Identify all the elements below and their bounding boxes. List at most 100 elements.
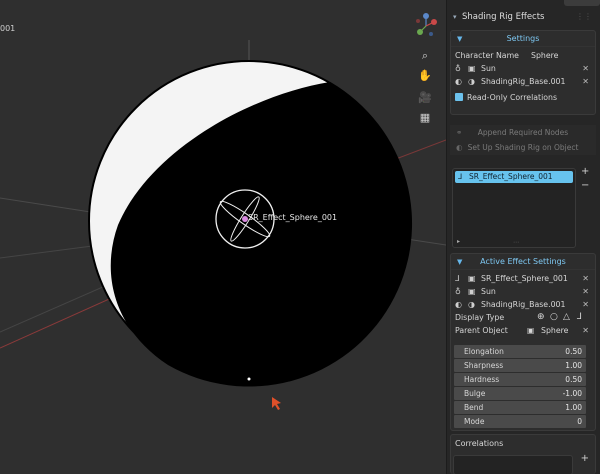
property-value: 0	[577, 417, 582, 426]
correlations-box: Correlations +	[450, 434, 596, 474]
setup-shading-rig-label: Set Up Shading Rig on Object	[467, 143, 579, 152]
effects-list[interactable]: ⅃ SR_Effect_Sphere_001 ▸ ⋯	[452, 168, 576, 248]
material-icon: ◐	[455, 77, 462, 86]
light-icon: ♁	[455, 64, 461, 73]
settings-box: ▼ Settings Character Name Sphere ♁ ▣ Sun…	[450, 30, 596, 115]
light-name: Sun	[481, 64, 496, 73]
property-value: 1.00	[565, 403, 582, 412]
material-icon: ◐	[455, 300, 462, 309]
active-material-row[interactable]: ◐ ◑ ShadingRig_Base.001 ✕	[451, 298, 595, 311]
active-light-row[interactable]: ♁ ▣ Sun ✕	[451, 285, 595, 298]
list-item[interactable]: ⅃ SR_Effect_Sphere_001	[455, 171, 573, 183]
navigation-gizmo-icon[interactable]	[412, 10, 440, 40]
property-bulge[interactable]: Bulge -1.00	[454, 387, 586, 400]
read-only-label: Read-Only Correlations	[467, 93, 558, 102]
remove-effect-button[interactable]: −	[581, 180, 589, 191]
property-value: 0.50	[565, 375, 582, 384]
display-arrows-icon[interactable]: ⅃	[577, 311, 582, 324]
property-hardness[interactable]: Hardness 0.50	[454, 373, 586, 386]
parent-object-label: Parent Object	[455, 326, 508, 335]
property-mode[interactable]: Mode 0	[454, 415, 586, 428]
active-effect-row[interactable]: ⅃ ▣ SR_Effect_Sphere_001 ✕	[451, 272, 595, 285]
grid-view-icon[interactable]: ▦	[415, 108, 435, 128]
character-name-row[interactable]: Character Name Sphere	[451, 49, 595, 62]
display-circle-icon[interactable]: ○	[550, 311, 558, 324]
settings-title: Settings	[506, 34, 540, 43]
property-value: 0.50	[565, 347, 582, 356]
close-icon[interactable]: ✕	[582, 75, 589, 88]
sphere-icon: ◐	[456, 143, 463, 152]
settings-material-row[interactable]: ◐ ◑ ShadingRig_Base.001 ✕	[451, 75, 595, 88]
expand-arrow-icon[interactable]: ▸	[457, 238, 460, 245]
zoom-icon[interactable]: ⌕	[415, 46, 435, 66]
property-sharpness[interactable]: Sharpness 1.00	[454, 359, 586, 372]
resize-grip-icon[interactable]: ⋯	[513, 239, 519, 246]
effect-object-label: SR_Effect_Sphere_001	[248, 213, 338, 222]
character-name-value[interactable]: Sphere	[531, 49, 558, 62]
display-plain-axes-icon[interactable]: ⊕	[537, 311, 545, 324]
settings-header[interactable]: ▼ Settings	[451, 31, 595, 47]
material-ball-icon: ◑	[468, 77, 475, 86]
close-icon[interactable]: ✕	[582, 285, 589, 298]
property-elongation[interactable]: Elongation 0.50	[454, 345, 586, 358]
property-name: Bend	[464, 403, 484, 412]
pan-hand-icon[interactable]: ✋	[415, 66, 435, 86]
property-name: Sharpness	[464, 361, 504, 370]
chevron-down-icon: ▼	[457, 258, 463, 266]
active-effect-title: Active Effect Settings	[480, 257, 566, 266]
viewport-object-name: 001	[0, 24, 16, 33]
shading-rig-effects-header[interactable]: ▾ Shading Rig Effects ⋮⋮	[450, 8, 596, 26]
add-correlation-button[interactable]: +	[581, 453, 589, 464]
setup-shading-rig-button[interactable]: ◐ Set Up Shading Rig on Object	[450, 140, 596, 155]
light-name: Sun	[481, 287, 496, 296]
empty-axes-icon: ⅃	[458, 172, 463, 181]
material-name: ShadingRig_Base.001	[481, 77, 566, 86]
read-only-checkbox[interactable]	[455, 93, 463, 101]
character-name-label: Character Name	[455, 51, 519, 60]
property-name: Elongation	[464, 347, 504, 356]
property-value: 1.00	[565, 361, 582, 370]
property-bend[interactable]: Bend 1.00	[454, 401, 586, 414]
effect-name: SR_Effect_Sphere_001	[481, 274, 568, 283]
append-nodes-label: Append Required Nodes	[477, 128, 569, 137]
panel-title: Shading Rig Effects	[462, 12, 545, 22]
viewport-scene	[0, 40, 446, 410]
display-cone-icon[interactable]: △	[563, 311, 570, 324]
chevron-down-icon: ▾	[453, 13, 457, 21]
grid-line	[0, 244, 101, 259]
material-ball-icon: ◑	[468, 300, 475, 309]
property-name: Bulge	[464, 389, 486, 398]
link-icon: ⚭	[456, 128, 463, 137]
object-icon: ▣	[468, 287, 476, 296]
empty-axes-icon: ⅃	[455, 274, 460, 283]
object-icon: ▣	[468, 274, 476, 283]
read-only-row[interactable]: Read-Only Correlations	[451, 91, 595, 104]
close-icon[interactable]: ✕	[582, 62, 589, 75]
display-type-row: Display Type ⊕ ○ △ ⅃	[451, 311, 595, 324]
correlations-list[interactable]	[453, 455, 573, 474]
property-name: Hardness	[464, 375, 500, 384]
camera-icon[interactable]: 🎥	[415, 88, 435, 108]
3d-viewport[interactable]: 001 SR_Effect_Sphere_001 ⌕ ✋ 🎥 ▦	[0, 0, 446, 474]
append-nodes-button[interactable]: ⚭ Append Required Nodes	[450, 125, 596, 140]
sidebar-tab[interactable]	[564, 0, 600, 6]
display-type-label: Display Type	[455, 313, 505, 322]
active-effect-header[interactable]: ▼ Active Effect Settings	[451, 254, 595, 270]
material-name: ShadingRig_Base.001	[481, 300, 566, 309]
mouse-cursor-icon	[272, 397, 281, 410]
chevron-down-icon: ▼	[457, 35, 463, 43]
close-icon[interactable]: ✕	[582, 298, 589, 311]
light-icon: ♁	[455, 287, 461, 296]
drag-handle-icon[interactable]: ⋮⋮	[576, 8, 592, 26]
object-icon: ▣	[527, 326, 535, 335]
property-value: -1.00	[562, 389, 582, 398]
effect-list-label: SR_Effect_Sphere_001	[469, 172, 553, 181]
close-icon[interactable]: ✕	[582, 324, 589, 337]
parent-object-value[interactable]: Sphere	[541, 324, 568, 337]
close-icon[interactable]: ✕	[582, 272, 589, 285]
settings-light-row[interactable]: ♁ ▣ Sun ✕	[451, 62, 595, 75]
object-icon: ▣	[468, 64, 476, 73]
property-name: Mode	[464, 417, 485, 426]
add-effect-button[interactable]: +	[581, 166, 589, 177]
parent-object-row[interactable]: Parent Object ▣ Sphere ✕	[451, 324, 595, 337]
